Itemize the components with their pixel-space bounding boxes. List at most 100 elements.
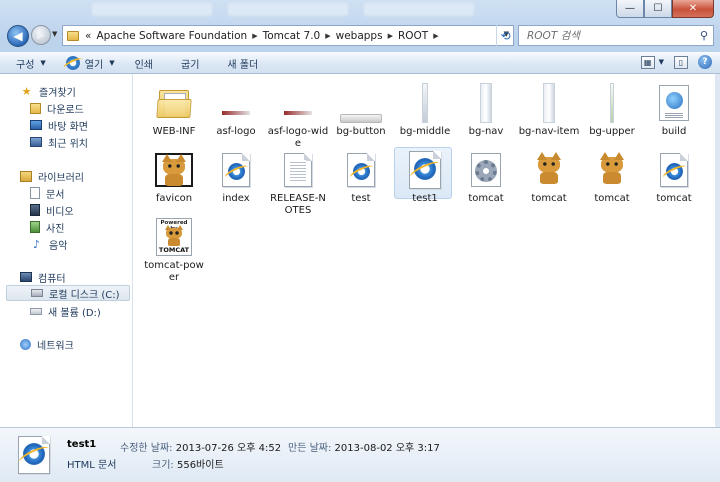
refresh-icon: ⟲ (500, 28, 511, 43)
sidebar-item-downloads[interactable]: 다운로드 (30, 100, 84, 116)
command-bar: 구성 ▼ 열기 ▼ 인쇄 굽기 새 폴더 ▦ ▼ ▯ ? (0, 52, 720, 74)
search-box[interactable]: ROOT 검색 ⚲ (518, 25, 714, 46)
downloads-folder-icon (30, 102, 41, 114)
file-name: build (661, 126, 687, 137)
recent-places-icon (30, 137, 42, 147)
star-icon: ★ (21, 84, 32, 98)
arrow-right-icon: ▶ (37, 29, 45, 41)
file-item[interactable]: bg-button (330, 80, 392, 138)
breadcrumb-apache[interactable]: Apache Software Foundation (96, 30, 247, 42)
recent-pages-dropdown[interactable]: ▼ (52, 30, 57, 38)
details-modified: 수정한 날짜: 2013-07-26 오후 4:52 (120, 439, 281, 454)
file-name: asf-logo (216, 126, 256, 137)
organize-button[interactable]: 구성 ▼ (16, 56, 46, 71)
file-item[interactable]: Powered by TOMCAT tomcat-power (143, 214, 205, 284)
chevron-down-icon: ▼ (40, 59, 46, 67)
sidebar-item-music[interactable]: ♪ 음악 (30, 236, 67, 252)
sidebar-item-volume-d[interactable]: 새 볼륨 (D:) (30, 303, 101, 319)
sidebar-item-recent[interactable]: 최근 위치 (30, 134, 88, 150)
file-item[interactable]: RELEASE-NOTES (267, 147, 329, 217)
details-label: 수정한 날짜: (120, 443, 173, 454)
explorer-window: — ☐ ✕ ◀ ▶ ▼ « Apache Software Foundation… (0, 0, 720, 482)
view-options-dropdown[interactable]: ▼ (659, 58, 664, 66)
file-item[interactable]: favicon (143, 147, 205, 205)
sidebar-libraries[interactable]: 라이브러리 (20, 168, 84, 184)
breadcrumb-separator[interactable]: ▶ (325, 32, 330, 40)
details-value: 556바이트 (176, 460, 224, 471)
html-document-icon (222, 153, 250, 187)
address-bar[interactable]: « Apache Software Foundation ▶ Tomcat 7.… (62, 25, 514, 46)
sidebar-network[interactable]: 네트워크 (20, 336, 74, 352)
breadcrumb-overflow[interactable]: « (85, 30, 91, 42)
file-item[interactable]: bg-nav (455, 80, 517, 138)
file-name: RELEASE-NOTES (270, 193, 326, 216)
sidebar-item-desktop[interactable]: 바탕 화면 (30, 117, 88, 133)
blurred-taskbar-tab (228, 3, 348, 16)
minimize-button[interactable]: — (616, 0, 644, 18)
text-document-icon (284, 153, 312, 187)
sidebar-label: 라이브러리 (38, 172, 84, 184)
details-value: 2013-07-26 오후 4:52 (175, 443, 282, 454)
sidebar-computer[interactable]: 컴퓨터 (20, 269, 66, 285)
pictures-icon (30, 221, 40, 233)
organize-label: 구성 (16, 59, 35, 71)
file-item[interactable]: asf-logo (205, 80, 267, 138)
sidebar-label: 최근 위치 (48, 138, 88, 150)
file-item[interactable]: bg-nav-item (518, 80, 580, 138)
sidebar-item-documents[interactable]: 문서 (30, 185, 64, 201)
file-name: favicon (155, 193, 193, 204)
file-item-selected[interactable]: test1 (394, 147, 456, 205)
sidebar-label: 새 볼륨 (D:) (48, 307, 101, 319)
breadcrumb-separator[interactable]: ▶ (433, 32, 438, 40)
file-item[interactable]: WEB-INF (143, 80, 205, 138)
search-input[interactable]: ROOT 검색 (527, 28, 700, 43)
image-vertical-bar-icon (480, 83, 492, 123)
file-item[interactable]: tomcat (581, 147, 643, 205)
help-button[interactable]: ? (698, 55, 712, 69)
close-button[interactable]: ✕ (672, 0, 714, 18)
file-name: test1 (412, 193, 438, 204)
title-bar: — ☐ ✕ (0, 0, 720, 20)
sidebar-favorites[interactable]: ★ 즐겨찾기 (20, 83, 76, 99)
refresh-button[interactable]: ⟲ (496, 25, 514, 46)
forward-button[interactable]: ▶ (31, 25, 51, 45)
file-item[interactable]: tomcat (455, 147, 517, 205)
back-button[interactable]: ◀ (7, 25, 29, 47)
file-item[interactable]: asf-logo-wide (267, 80, 329, 150)
maximize-button[interactable]: ☐ (644, 0, 672, 18)
new-folder-button[interactable]: 새 폴더 (227, 56, 258, 71)
html-document-icon (660, 153, 688, 187)
libraries-icon (20, 170, 32, 182)
change-view-button[interactable]: ▦ (640, 55, 655, 69)
open-button[interactable]: 열기 ▼ (65, 56, 115, 71)
file-item[interactable]: tomcat (643, 147, 705, 205)
documents-icon (30, 187, 40, 199)
file-item[interactable]: bg-upper (581, 80, 643, 138)
internet-explorer-icon (65, 56, 80, 70)
blurred-taskbar-tab (92, 3, 212, 16)
chevron-down-icon: ▼ (109, 59, 115, 67)
sidebar-item-pictures[interactable]: 사진 (30, 219, 64, 235)
burn-button[interactable]: 굽기 (181, 56, 199, 71)
file-item[interactable]: bg-middle (394, 80, 456, 138)
sidebar-item-local-disk-c[interactable]: 로컬 디스크 (C:) (6, 285, 130, 301)
sidebar-item-videos[interactable]: 비디오 (30, 202, 74, 218)
file-name: tomcat (656, 193, 692, 204)
sidebar-label: 네트워크 (37, 340, 74, 352)
file-item[interactable]: tomcat (518, 147, 580, 205)
breadcrumb-tomcat[interactable]: Tomcat 7.0 (263, 30, 321, 42)
file-item[interactable]: test (330, 147, 392, 205)
breadcrumb-webapps[interactable]: webapps (336, 30, 383, 42)
view-grid-icon: ▦ (643, 57, 652, 67)
sidebar-label: 음악 (49, 240, 68, 252)
settings-file-icon (471, 153, 501, 187)
file-item[interactable]: build (643, 80, 705, 138)
details-pane: test1 HTML 문서 수정한 날짜: 2013-07-26 오후 4:52… (0, 427, 720, 482)
breadcrumb-separator[interactable]: ▶ (252, 32, 257, 40)
preview-pane-button[interactable]: ▯ (674, 55, 688, 69)
details-file-type: HTML 문서 (67, 460, 117, 471)
file-item[interactable]: index (205, 147, 267, 205)
breadcrumb-separator[interactable]: ▶ (388, 32, 393, 40)
print-button[interactable]: 인쇄 (135, 56, 153, 71)
breadcrumb-root[interactable]: ROOT (398, 30, 428, 42)
